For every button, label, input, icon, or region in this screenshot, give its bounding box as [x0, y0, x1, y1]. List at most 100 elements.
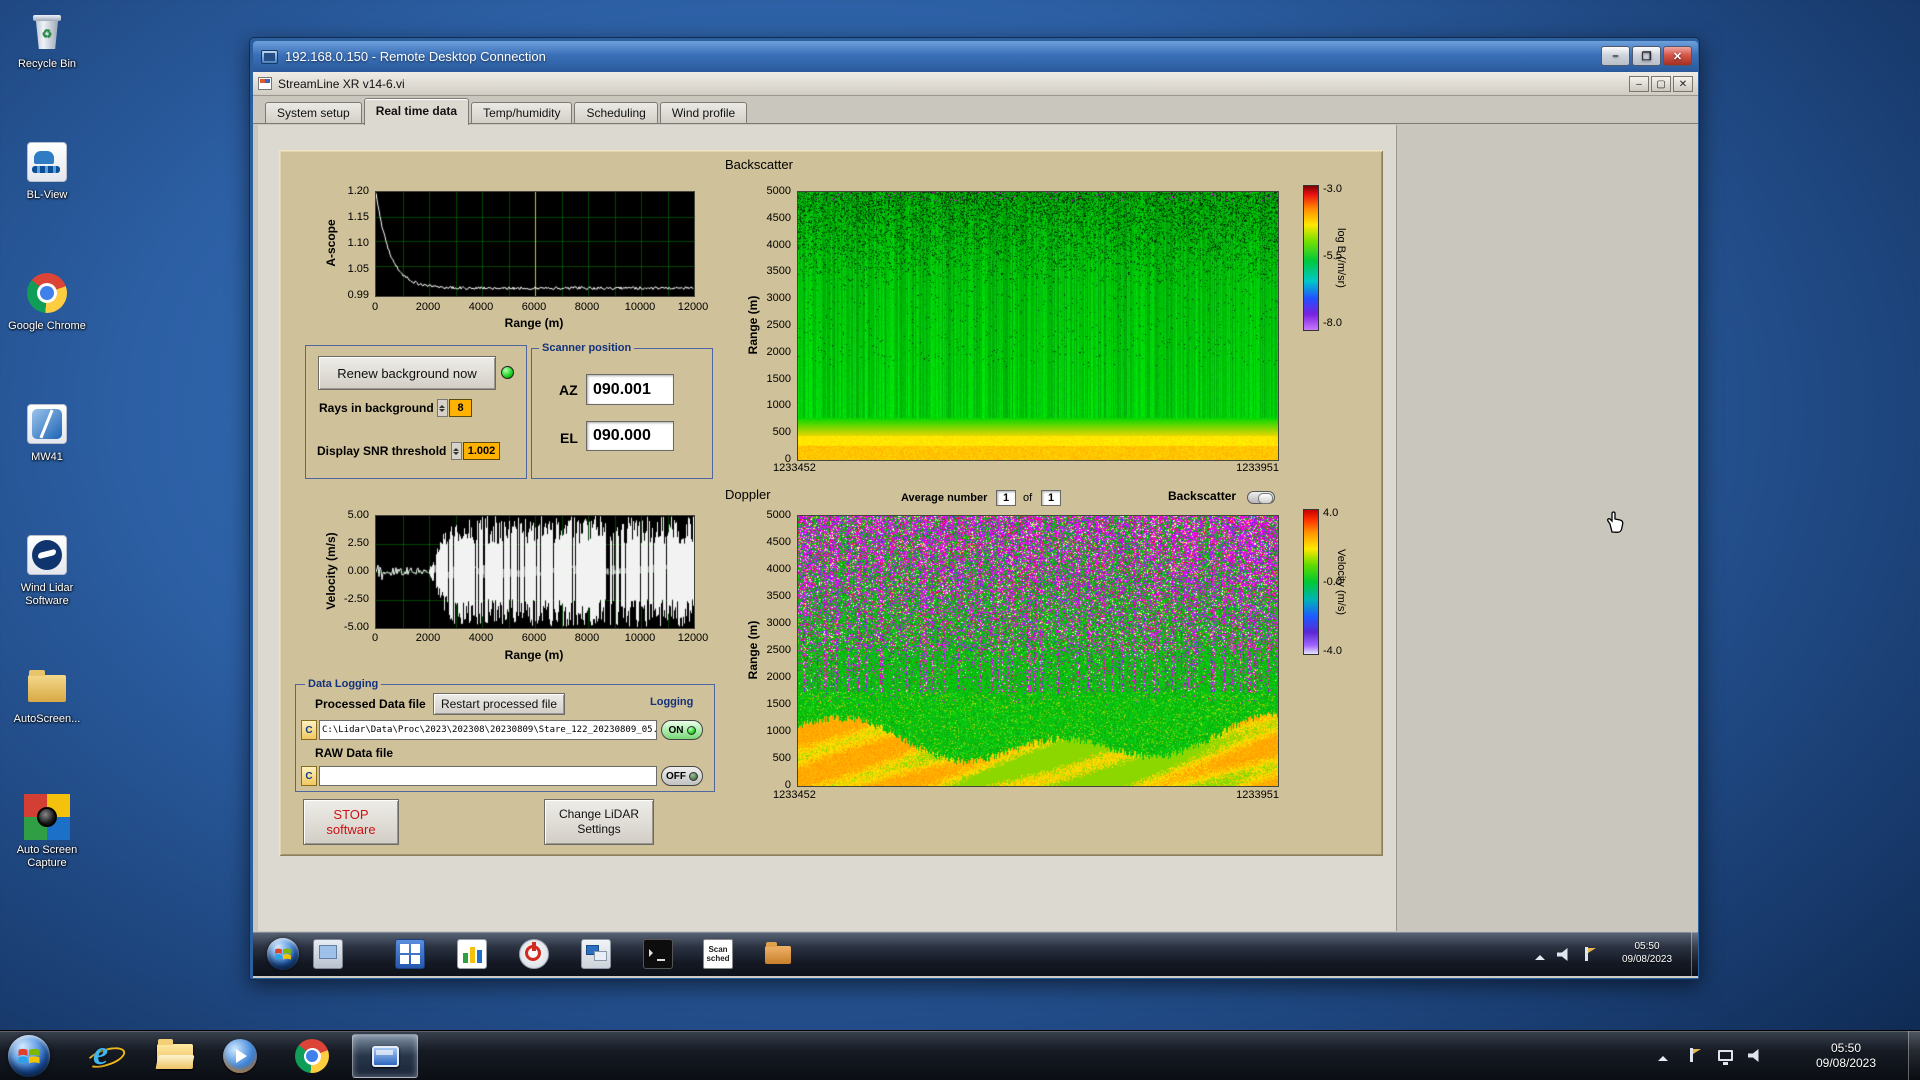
desktop-icon-label: AutoScreen... — [13, 713, 81, 725]
processed-file-path-input[interactable]: C:\Lidar\Data\Proc\2023\202308\20230809\… — [319, 720, 657, 740]
remote-volume-icon[interactable] — [1557, 948, 1568, 961]
data-logging-title: Data Logging — [305, 678, 382, 690]
tick-label: 12000 — [677, 632, 709, 644]
tray-expand-icon[interactable] — [1658, 1051, 1668, 1061]
remote-tray-expand-icon[interactable] — [1535, 950, 1545, 960]
clock-time: 05:50 — [1830, 1041, 1862, 1055]
backscatter-colorbar-label: log B (/m/sr) — [1335, 228, 1347, 288]
front-panel: Backscatter A-scope 1.20 1.15 1.10 1.05 0.99… — [253, 124, 1698, 932]
tick-label: -2.50 — [343, 593, 369, 605]
rdp-close-button[interactable]: ✕ — [1663, 46, 1692, 66]
remote-clock[interactable]: 05:50 09/08/2023 — [1605, 940, 1689, 966]
tick-label: 5000 — [766, 185, 791, 197]
folder-icon — [157, 1038, 193, 1069]
stop-software-button[interactable]: STOP software — [303, 799, 399, 845]
remote-taskbar-icon-app-chart[interactable] — [457, 939, 487, 969]
tab-temp-humidity[interactable]: Temp/humidity — [471, 102, 573, 124]
raw-drive-button[interactable]: C — [301, 766, 317, 786]
desktop-icon-label: Wind Lidar Software — [20, 582, 74, 607]
tick-label: 12000 — [677, 301, 709, 313]
average-number-label: Average number — [901, 492, 988, 504]
of-label: of — [1023, 492, 1033, 504]
tick-label: 6000 — [521, 301, 547, 313]
start-button[interactable] — [8, 1035, 50, 1077]
action-center-icon[interactable] — [1690, 1048, 1701, 1062]
doppler-section-title: Doppler — [725, 487, 771, 502]
desktop-icon-bl-view[interactable]: BL-View — [2, 139, 92, 202]
rays-value[interactable]: 8 — [449, 399, 472, 417]
remote-taskbar-icon-app-display[interactable] — [581, 939, 611, 969]
network-icon[interactable] — [1718, 1050, 1733, 1065]
remote-taskbar-icon-app-files[interactable] — [763, 939, 793, 969]
show-desktop-button[interactable] — [1908, 1031, 1920, 1080]
labview-close-button[interactable]: ✕ — [1673, 76, 1693, 92]
off-led — [689, 771, 698, 781]
tab-real-time-data[interactable]: Real time data — [363, 98, 470, 125]
restart-processed-file-button[interactable]: Restart processed file — [433, 693, 565, 715]
tick-label: 1500 — [766, 372, 791, 385]
remote-taskbar-icon-app-window[interactable] — [313, 939, 343, 969]
tick-label: 500 — [772, 426, 791, 439]
rays-spinner[interactable] — [437, 399, 448, 417]
raw-file-path-input[interactable] — [319, 766, 657, 786]
tick-label: 500 — [772, 752, 791, 764]
clock[interactable]: 05:50 09/08/2023 — [1790, 1041, 1902, 1071]
change-lidar-settings-button[interactable]: Change LiDAR Settings — [544, 799, 654, 845]
labview-titlebar[interactable]: StreamLine XR v14-6.vi – ▢ ✕ — [253, 72, 1698, 96]
rdp-minimize-button[interactable]: – — [1601, 46, 1630, 66]
taskbar-item-media-player[interactable] — [221, 1037, 259, 1075]
el-input[interactable]: 090.000 — [586, 421, 674, 451]
processed-logging-on-switch[interactable]: ON — [661, 720, 703, 740]
az-input[interactable]: 090.001 — [586, 374, 674, 405]
volume-icon[interactable] — [1748, 1049, 1759, 1062]
backscatter-toggle-label: Backscatter — [1168, 489, 1237, 503]
taskbar-item-chrome[interactable] — [293, 1037, 331, 1075]
doppler-colorbar — [1303, 509, 1319, 655]
rdp-maximize-button[interactable]: ❐ — [1632, 46, 1661, 66]
labview-maximize-button[interactable]: ▢ — [1651, 76, 1671, 92]
remote-taskbar-icon-app-power[interactable] — [519, 939, 549, 969]
remote-action-center-icon[interactable] — [1585, 947, 1596, 961]
doppler-colorbar-label: Velocity (m/s) — [1335, 548, 1347, 615]
ascope-y-ticks: 1.20 1.15 1.10 1.05 0.99 — [317, 185, 371, 301]
backscatter-toggle[interactable] — [1247, 491, 1275, 504]
desktop-icon-recycle-bin[interactable]: ♻ Recycle Bin — [2, 8, 92, 71]
desktop-icon-google-chrome[interactable]: Google Chrome — [2, 270, 92, 333]
az-label: AZ — [559, 382, 578, 398]
tab-wind-profile[interactable]: Wind profile — [659, 102, 748, 124]
remote-taskbar-icon-app-grid[interactable] — [395, 939, 425, 969]
remote-taskbar-icon-app-terminal[interactable] — [643, 939, 673, 969]
tab-system-setup[interactable]: System setup — [265, 102, 362, 124]
tab-scheduling[interactable]: Scheduling — [574, 102, 658, 124]
desktop-icon-label: Google Chrome — [8, 320, 86, 332]
labview-minimize-button[interactable]: – — [1629, 76, 1649, 92]
rdp-titlebar[interactable]: 192.168.0.150 - Remote Desktop Connectio… — [253, 41, 1698, 72]
labview-window-title: StreamLine XR v14-6.vi — [278, 76, 405, 91]
stop-line2: software — [326, 822, 376, 837]
remote-taskbar-icon-app-scan-sched[interactable]: Scan sched — [703, 939, 733, 969]
renew-background-button[interactable]: Renew background now — [318, 356, 496, 390]
doppler-y-ticks: 5000 4500 4000 3500 3000 2500 2000 1500 1000 500 0 — [743, 509, 793, 791]
processed-drive-button[interactable]: C — [301, 720, 317, 740]
average-of-input[interactable]: 1 — [1041, 490, 1061, 506]
snr-value[interactable]: 1.002 — [463, 442, 500, 460]
clock-date: 09/08/2023 — [1815, 1056, 1877, 1070]
remote-start-button[interactable] — [267, 938, 299, 970]
taskbar-item-internet-explorer[interactable] — [85, 1035, 123, 1075]
desktop-icon-mw41[interactable]: MW41 — [2, 401, 92, 464]
remote-clock-date: 09/08/2023 — [1621, 954, 1673, 965]
remote-show-desktop-button[interactable] — [1691, 932, 1698, 976]
taskbar-item-rdp-active[interactable] — [352, 1034, 418, 1078]
windows-flag-icon — [275, 948, 291, 960]
taskbar-item-explorer[interactable] — [156, 1037, 194, 1075]
raw-logging-off-switch[interactable]: OFF — [661, 766, 703, 786]
average-number-input[interactable]: 1 — [996, 490, 1016, 506]
wind-lidar-icon — [24, 532, 70, 578]
desktop-icon-auto-screen-capture[interactable]: Auto Screen Capture — [2, 794, 92, 870]
taskbar: 05:50 09/08/2023 — [0, 1030, 1920, 1080]
tick-label: 8000 — [574, 301, 600, 313]
desktop-icon-autoscreen[interactable]: AutoScreen... — [2, 663, 92, 726]
el-label: EL — [560, 430, 578, 446]
snr-spinner[interactable] — [451, 442, 462, 460]
desktop-icon-wind-lidar[interactable]: Wind Lidar Software — [2, 532, 92, 608]
